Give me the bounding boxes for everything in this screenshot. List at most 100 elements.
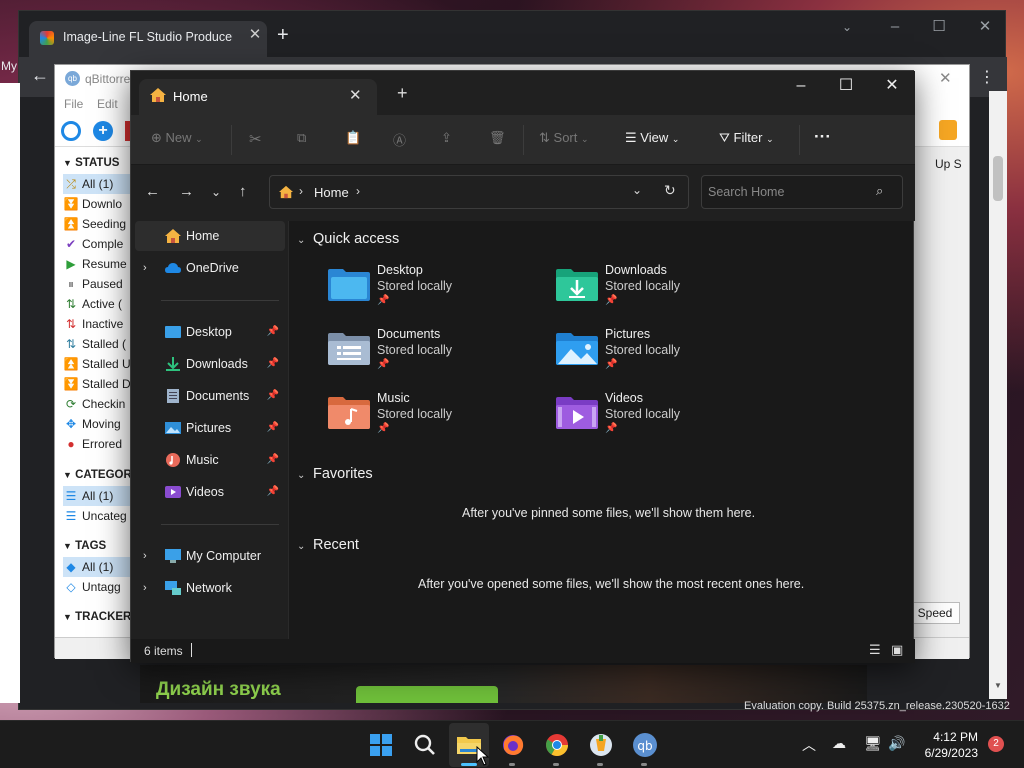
fl-studio-icon[interactable] xyxy=(586,730,616,760)
nav-item-videos[interactable]: Videos 📌 xyxy=(135,477,285,507)
qb-menu-edit[interactable]: Edit xyxy=(97,97,118,111)
pin-icon[interactable]: 📌 xyxy=(267,381,279,411)
qbittorrent-icon[interactable]: qb xyxy=(630,730,660,760)
qb-close-button[interactable]: ✕ xyxy=(939,69,952,87)
filter-button[interactable]: ⛛ Filter ⌄ xyxy=(719,130,774,146)
windows-start-icon[interactable] xyxy=(366,730,396,760)
status-filter-item[interactable]: ⏸ Paused xyxy=(63,274,132,294)
cloud-offline-icon[interactable]: ☁ xyxy=(832,735,846,752)
more-options-button[interactable]: ··· xyxy=(814,127,831,147)
nav-item-desktop[interactable]: Desktop 📌 xyxy=(135,317,285,347)
nav-item-network[interactable]: › Network xyxy=(135,573,285,603)
up-speed-column-header[interactable]: Up S xyxy=(935,157,962,171)
quick-access-header[interactable]: ⌄ Quick access xyxy=(297,231,399,247)
pin-icon[interactable]: 📌 xyxy=(267,349,279,379)
chrome-tab-search-icon[interactable]: ⌄ xyxy=(827,17,867,37)
status-filter-item[interactable]: ⏬ Downlo xyxy=(63,194,132,214)
search-box[interactable]: ⌕ xyxy=(701,175,903,209)
explorer-minimize-button[interactable]: – xyxy=(778,71,824,101)
nav-item-downloads[interactable]: Downloads 📌 xyxy=(135,349,285,379)
breadcrumb-chevron-icon[interactable]: › xyxy=(356,184,360,198)
lock-icon[interactable] xyxy=(939,120,957,140)
expand-chevron-icon[interactable]: › xyxy=(143,253,147,283)
explorer-close-button[interactable]: ✕ xyxy=(869,71,915,101)
chrome-minimize-button[interactable]: – xyxy=(875,17,915,37)
category-all[interactable]: ☰ All (1) xyxy=(63,486,132,506)
quick-access-documents[interactable]: Documents Stored locally 📌 xyxy=(327,327,527,387)
firefox-icon[interactable] xyxy=(498,730,528,760)
tag-all[interactable]: ◆ All (1) xyxy=(63,557,132,577)
rename-icon[interactable]: Ⓐ xyxy=(393,130,406,149)
view-button[interactable]: ☰ View ⌄ xyxy=(625,130,679,146)
sort-button[interactable]: ⇅ Sort ⌄ xyxy=(539,130,589,146)
status-filter-item[interactable]: ✥ Moving xyxy=(63,414,132,434)
status-filter-item[interactable]: ⟳ Checkin xyxy=(63,394,132,414)
category-uncategorized[interactable]: ☰ Uncateg xyxy=(63,506,132,526)
chrome-icon[interactable] xyxy=(542,730,572,760)
page-scrollbar[interactable]: ▼ xyxy=(989,91,1007,699)
show-hidden-icons-chevron-icon[interactable]: ︿ xyxy=(802,735,816,755)
trackers-header[interactable]: ▼ TRACKER xyxy=(63,611,131,623)
categories-header[interactable]: ▼ CATEGOR xyxy=(63,469,132,481)
quick-access-videos[interactable]: Videos Stored locally 📌 xyxy=(555,391,755,451)
new-button[interactable]: ⊕ New ⌄ xyxy=(151,130,203,146)
status-filter-item[interactable]: ⏫ Stalled U xyxy=(63,354,132,374)
chrome-maximize-button[interactable]: ☐ xyxy=(919,17,959,37)
status-filter-item[interactable]: ▶ Resume xyxy=(63,254,132,274)
quick-access-music[interactable]: Music Stored locally 📌 xyxy=(327,391,527,451)
chrome-close-button[interactable]: ✕ xyxy=(965,17,1005,37)
explorer-new-tab-button[interactable]: + xyxy=(397,83,408,104)
tags-header[interactable]: ▼ TAGS xyxy=(63,540,106,552)
quick-access-downloads[interactable]: Downloads Stored locally 📌 xyxy=(555,263,755,323)
pin-icon[interactable]: 📌 xyxy=(267,477,279,507)
chrome-new-tab-button[interactable]: + xyxy=(277,25,289,45)
scroll-down-icon[interactable]: ▼ xyxy=(994,681,1002,690)
ad-button[interactable] xyxy=(356,686,498,703)
chrome-tab[interactable]: Image-Line FL Studio Producer E ✕ xyxy=(29,21,267,57)
scrollbar-thumb[interactable] xyxy=(993,156,1003,201)
pin-icon[interactable]: 📌 xyxy=(267,317,279,347)
pin-icon[interactable]: 📌 xyxy=(267,413,279,443)
explorer-tab-home[interactable]: Home ✕ xyxy=(139,79,377,115)
cut-icon[interactable]: ✂ xyxy=(249,130,262,148)
search-icon[interactable]: ⌕ xyxy=(876,183,883,199)
delete-icon[interactable]: 🗑 xyxy=(489,130,506,146)
address-bar[interactable]: › Home › ⌄ ↻ xyxy=(269,175,689,209)
breadcrumb-home[interactable]: Home xyxy=(314,185,349,200)
up-icon[interactable]: ↑ xyxy=(239,183,247,200)
nav-item-my-computer[interactable]: › My Computer xyxy=(135,541,285,571)
chrome-menu-icon[interactable]: ⋮ xyxy=(979,67,995,87)
quick-access-pictures[interactable]: Pictures Stored locally 📌 xyxy=(555,327,755,387)
status-filter-item[interactable]: ⤮ All (1) xyxy=(63,174,132,194)
quick-access-desktop[interactable]: Desktop Stored locally 📌 xyxy=(327,263,527,323)
forward-icon[interactable]: → xyxy=(179,183,194,200)
expand-chevron-icon[interactable]: › xyxy=(143,573,147,603)
pin-icon[interactable]: 📌 xyxy=(267,445,279,475)
status-filter-item[interactable]: ⏬ Stalled D xyxy=(63,374,132,394)
expand-chevron-icon[interactable]: › xyxy=(143,541,147,571)
breadcrumb-chevron-icon[interactable]: › xyxy=(299,184,303,198)
explorer-maximize-button[interactable]: ☐ xyxy=(823,71,869,101)
back-arrow-icon[interactable]: ← xyxy=(31,65,49,86)
speed-tab-button[interactable]: Speed xyxy=(910,602,960,624)
qb-menu-file[interactable]: File xyxy=(64,97,83,111)
status-filter-item[interactable]: ⇅ Stalled ( xyxy=(63,334,132,354)
clock[interactable]: 4:12 PM 6/29/2023 xyxy=(920,729,978,761)
copy-icon[interactable]: ⧉ xyxy=(297,130,306,146)
add-torrent-icon[interactable]: + xyxy=(93,121,113,141)
network-icon[interactable]: 🖥 xyxy=(864,735,882,752)
search-icon[interactable] xyxy=(410,730,440,760)
nav-item-onedrive[interactable]: › OneDrive xyxy=(135,253,285,283)
notification-badge[interactable]: 2 xyxy=(988,736,1004,752)
explorer-tab-close-icon[interactable]: ✕ xyxy=(349,86,362,104)
status-filter-item[interactable]: ● Errored xyxy=(63,434,132,454)
chrome-tab-close-icon[interactable]: ✕ xyxy=(247,27,263,43)
nav-item-music[interactable]: Music 📌 xyxy=(135,445,285,475)
tiles-view-icon[interactable]: ▣ xyxy=(891,642,903,658)
paste-icon[interactable]: 📋 xyxy=(345,130,361,146)
recent-header[interactable]: ⌄ Recent xyxy=(297,537,359,553)
status-header[interactable]: ▼ STATUS xyxy=(63,157,119,169)
status-filter-item[interactable]: ⇅ Active ( xyxy=(63,294,132,314)
status-filter-item[interactable]: ⏫ Seeding xyxy=(63,214,132,234)
ad-banner[interactable]: Дизайн звука xyxy=(140,665,867,703)
